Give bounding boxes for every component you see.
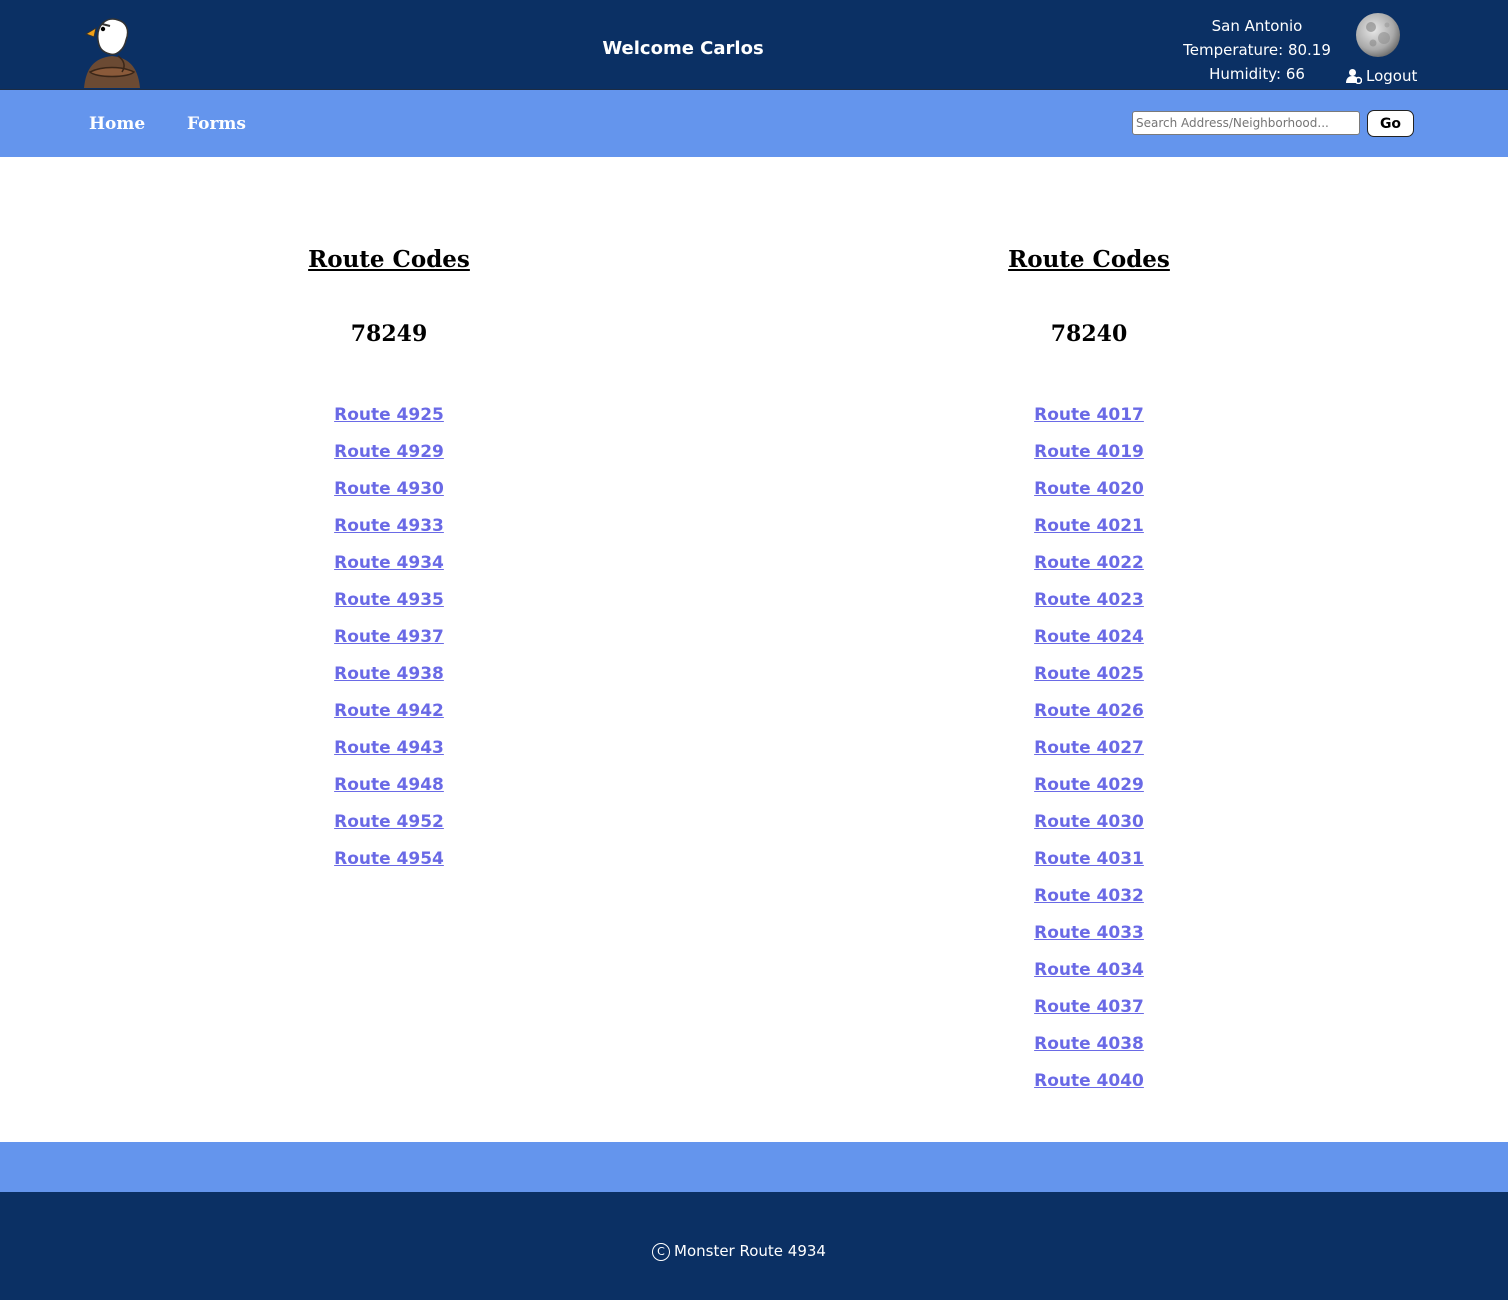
route-link[interactable]: Route 4933 xyxy=(189,508,589,545)
route-link[interactable]: Route 4937 xyxy=(189,619,589,656)
route-link[interactable]: Route 4934 xyxy=(189,545,589,582)
go-button[interactable]: Go xyxy=(1367,110,1414,137)
route-link[interactable]: Route 4026 xyxy=(889,693,1289,730)
logout-button[interactable]: Logout xyxy=(1346,67,1417,85)
weather-city: San Antonio xyxy=(1211,17,1303,35)
route-link[interactable]: Route 4027 xyxy=(889,730,1289,767)
route-link[interactable]: Route 4017 xyxy=(889,397,1289,434)
zip-code: 78249 xyxy=(350,321,428,347)
nav-bar: Home Forms Go xyxy=(0,90,1508,157)
nav-forms-link[interactable]: Forms xyxy=(187,114,246,134)
zip-code: 78240 xyxy=(1050,321,1128,347)
route-column-1: Route Codes 78249 Route 4925 Route 4929 … xyxy=(189,243,589,878)
route-link[interactable]: Route 4038 xyxy=(889,1026,1289,1063)
route-link[interactable]: Route 4025 xyxy=(889,656,1289,693)
weather-humidity: Humidity: 66 xyxy=(1209,65,1305,83)
route-link[interactable]: Route 4023 xyxy=(889,582,1289,619)
top-header: Welcome Carlos San Antonio Temperature: … xyxy=(0,0,1508,89)
route-link[interactable]: Route 4948 xyxy=(189,767,589,804)
route-list: Route 4017 Route 4019 Route 4020 Route 4… xyxy=(889,397,1289,1100)
route-link[interactable]: Route 4929 xyxy=(189,434,589,471)
route-link[interactable]: Route 4943 xyxy=(189,730,589,767)
weather-info: San Antonio Temperature: 80.19 Humidity:… xyxy=(1177,14,1337,86)
route-link[interactable]: Route 4020 xyxy=(889,471,1289,508)
moon-icon xyxy=(1356,13,1400,57)
route-link[interactable]: Route 4952 xyxy=(189,804,589,841)
footer: C Monster Route 4934 xyxy=(0,1192,1508,1300)
route-link[interactable]: Route 4954 xyxy=(189,841,589,878)
footer-copyright: C Monster Route 4934 xyxy=(0,1242,1478,1261)
route-link[interactable]: Route 4034 xyxy=(889,952,1289,989)
route-link[interactable]: Route 4031 xyxy=(889,841,1289,878)
user-settings-icon xyxy=(1346,69,1362,84)
route-link[interactable]: Route 4022 xyxy=(889,545,1289,582)
route-link[interactable]: Route 4040 xyxy=(889,1063,1289,1100)
search-input[interactable] xyxy=(1132,111,1360,135)
route-link[interactable]: Route 4925 xyxy=(189,397,589,434)
logout-label: Logout xyxy=(1366,67,1418,85)
route-link[interactable]: Route 4935 xyxy=(189,582,589,619)
route-link[interactable]: Route 4019 xyxy=(889,434,1289,471)
route-list: Route 4925 Route 4929 Route 4930 Route 4… xyxy=(189,397,589,878)
column-title: Route Codes xyxy=(1008,246,1170,273)
route-link[interactable]: Route 4021 xyxy=(889,508,1289,545)
nav-home-link[interactable]: Home xyxy=(89,114,145,134)
column-title: Route Codes xyxy=(308,246,470,273)
route-link[interactable]: Route 4037 xyxy=(889,989,1289,1026)
route-link[interactable]: Route 4024 xyxy=(889,619,1289,656)
route-link[interactable]: Route 4030 xyxy=(889,804,1289,841)
footer-band xyxy=(0,1142,1508,1192)
route-link[interactable]: Route 4938 xyxy=(189,656,589,693)
route-link[interactable]: Route 4029 xyxy=(889,767,1289,804)
copyright-icon: C xyxy=(652,1243,670,1261)
route-link[interactable]: Route 4942 xyxy=(189,693,589,730)
route-link[interactable]: Route 4930 xyxy=(189,471,589,508)
route-link[interactable]: Route 4033 xyxy=(889,915,1289,952)
route-link[interactable]: Route 4032 xyxy=(889,878,1289,915)
weather-temperature: Temperature: 80.19 xyxy=(1183,41,1331,59)
welcome-message: Welcome Carlos xyxy=(602,38,764,59)
route-column-2: Route Codes 78240 Route 4017 Route 4019 … xyxy=(889,243,1289,1100)
footer-text: Monster Route 4934 xyxy=(674,1242,826,1260)
